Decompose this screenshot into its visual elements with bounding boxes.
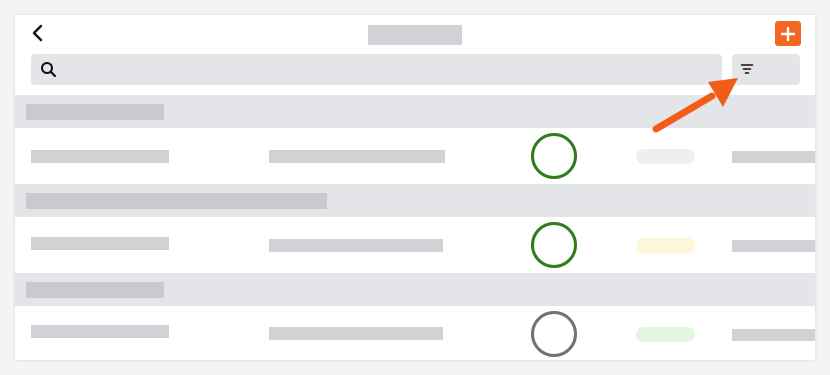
progress-ring (531, 222, 577, 268)
item-meta-placeholder (732, 151, 815, 163)
status-pill (636, 149, 695, 164)
plus-icon (781, 26, 795, 41)
group-header (15, 95, 815, 128)
group-label-placeholder (26, 282, 164, 298)
add-button[interactable] (775, 21, 801, 46)
list-item[interactable] (15, 217, 815, 273)
item-name-placeholder (31, 325, 169, 338)
header (15, 15, 815, 55)
item-meta-placeholder (732, 240, 815, 252)
item-detail-placeholder (269, 327, 443, 340)
progress-ring (531, 311, 577, 357)
item-detail-placeholder (269, 239, 443, 252)
group-header (15, 273, 815, 306)
list-item[interactable] (15, 128, 815, 184)
chevron-left-icon (32, 24, 43, 42)
group-label-placeholder (26, 104, 164, 120)
list-item[interactable] (15, 306, 815, 360)
search-bar[interactable] (31, 54, 722, 85)
search-icon (41, 62, 57, 78)
page-title-placeholder (368, 25, 462, 45)
item-name-placeholder (31, 150, 169, 163)
item-detail-placeholder (269, 150, 445, 163)
progress-ring (531, 133, 577, 179)
item-meta-placeholder (732, 329, 815, 341)
list-screen (15, 15, 815, 360)
filter-icon (740, 64, 754, 74)
back-button[interactable] (27, 22, 49, 44)
item-name-placeholder (31, 237, 169, 250)
group-header (15, 184, 815, 217)
search-input[interactable] (65, 54, 715, 85)
status-pill (636, 327, 695, 342)
status-pill (636, 238, 695, 253)
filter-button[interactable] (732, 54, 800, 85)
group-label-placeholder (26, 193, 327, 209)
